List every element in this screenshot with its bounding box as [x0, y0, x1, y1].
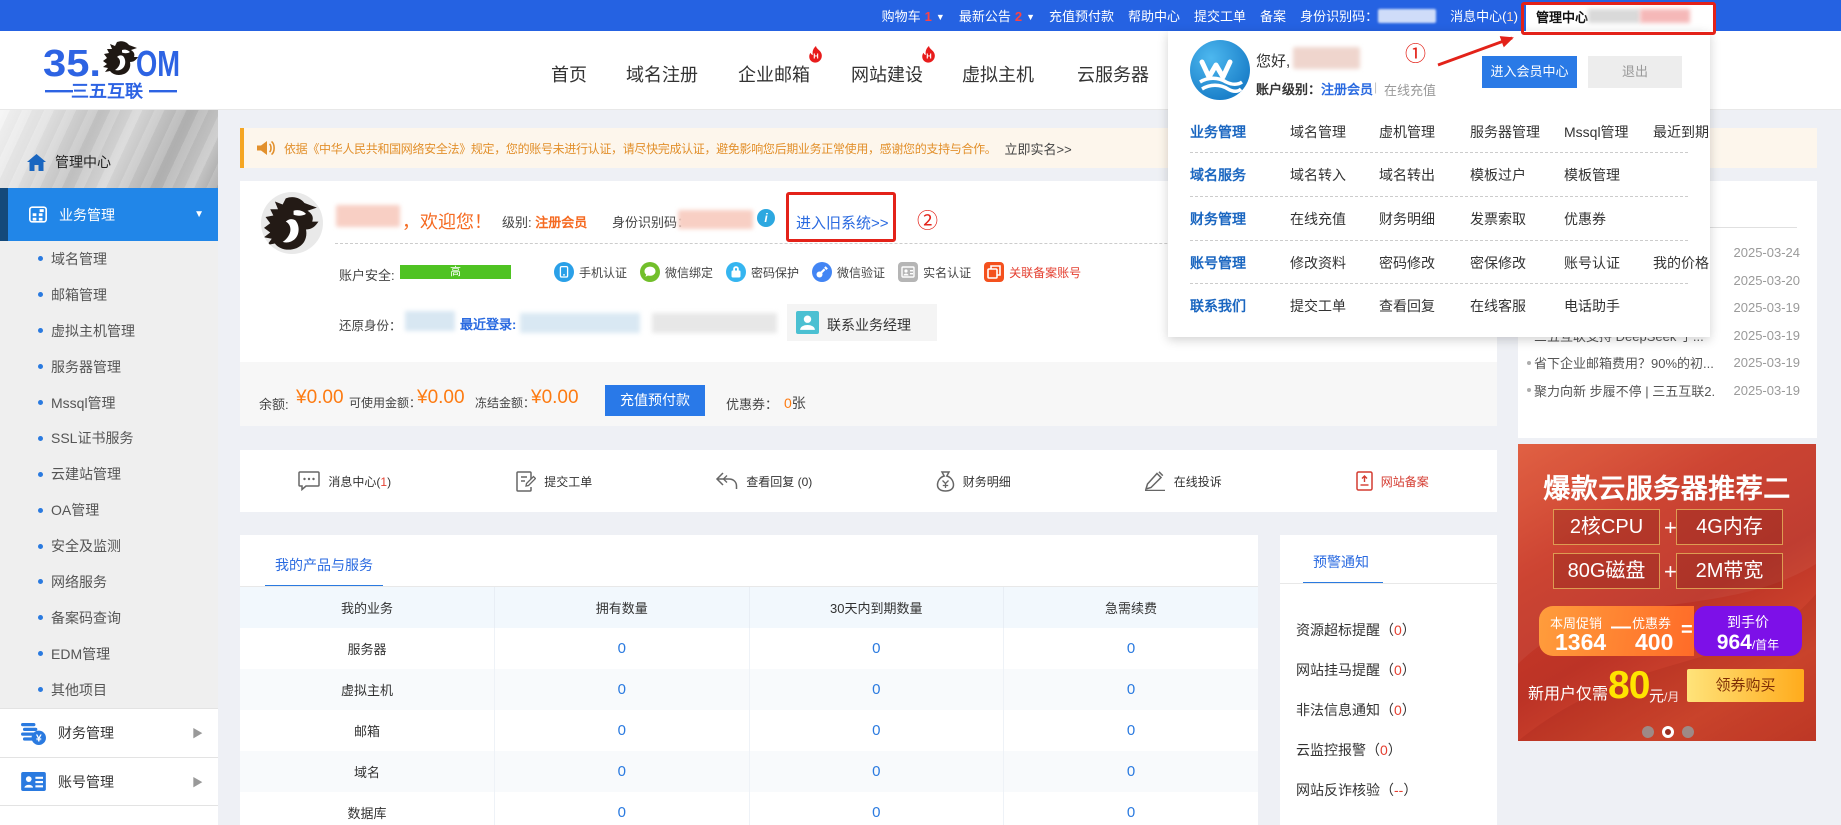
svg-text:¥: ¥ — [36, 732, 42, 744]
svg-text:H: H — [926, 52, 931, 61]
svg-text:H: H — [813, 52, 818, 61]
